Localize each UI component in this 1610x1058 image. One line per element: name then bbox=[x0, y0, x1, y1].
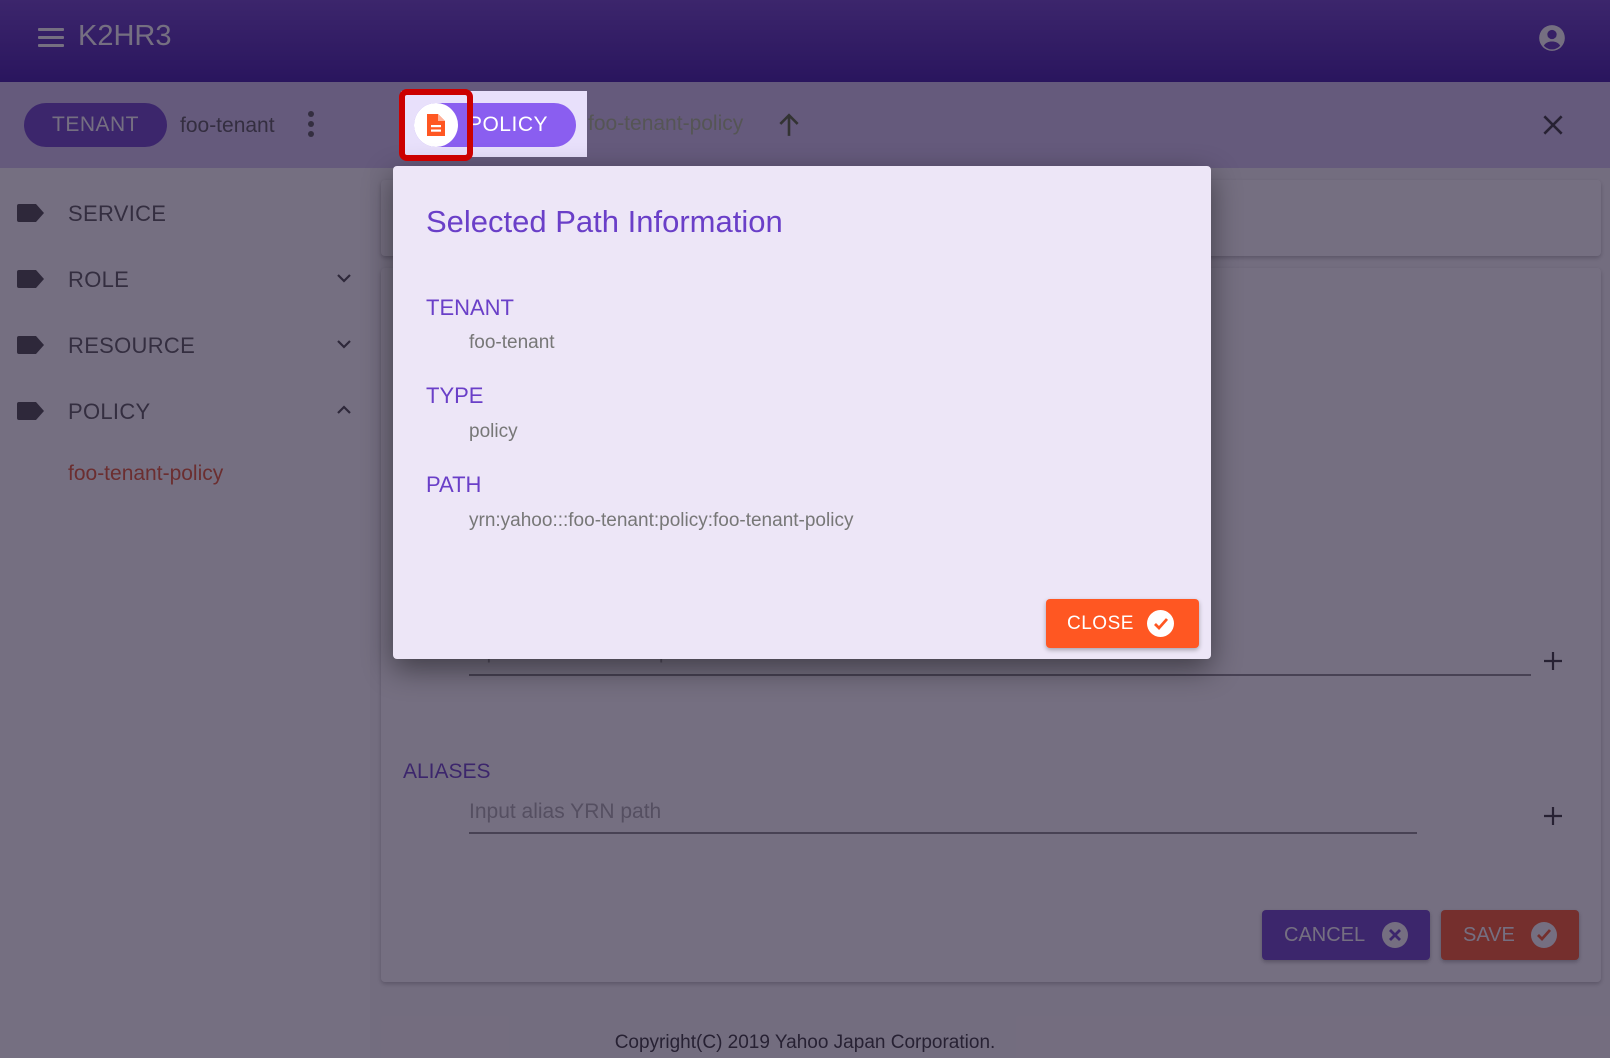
dialog-title: Selected Path Information bbox=[426, 204, 783, 239]
arrow-up-icon[interactable] bbox=[776, 112, 802, 138]
selected-path-dialog: Selected Path Information TENANT foo-ten… bbox=[393, 166, 1211, 659]
type-key: TYPE bbox=[426, 383, 484, 408]
policy-info-button[interactable] bbox=[414, 103, 458, 147]
policy-name: foo-tenant-policy bbox=[588, 112, 744, 135]
tenant-value: foo-tenant bbox=[469, 332, 555, 353]
check-circle-icon bbox=[1147, 610, 1174, 637]
dialog-close-button[interactable]: CLOSE bbox=[1046, 599, 1199, 648]
document-icon bbox=[427, 114, 445, 136]
tenant-key: TENANT bbox=[426, 295, 514, 320]
type-value: policy bbox=[469, 421, 518, 442]
path-key: PATH bbox=[426, 472, 482, 497]
dialog-close-label: CLOSE bbox=[1067, 612, 1134, 634]
path-value: yrn:yahoo:::foo-tenant:policy:foo-tenant… bbox=[469, 510, 854, 531]
